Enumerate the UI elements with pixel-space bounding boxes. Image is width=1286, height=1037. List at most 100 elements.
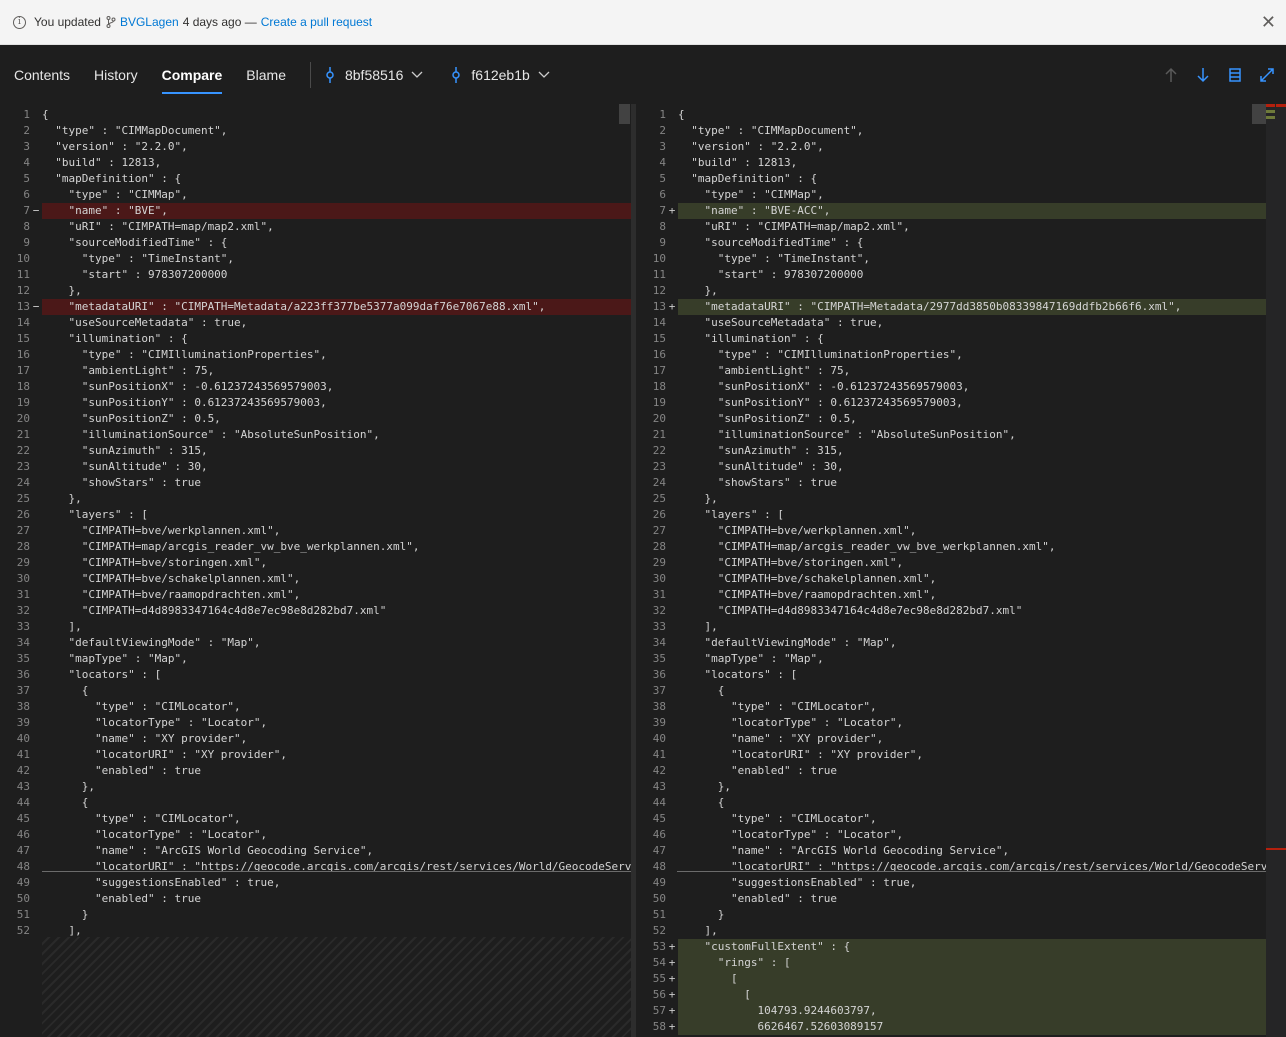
original-file-pane[interactable]: 1{2 "type" : "CIMMapDocument", 3 "version… xyxy=(0,104,631,1037)
change-marker xyxy=(666,635,678,651)
fullscreen-icon[interactable] xyxy=(1258,66,1276,84)
code-text: "type" : "CIMIlluminationProperties", xyxy=(42,348,327,361)
tab-history[interactable]: History xyxy=(94,46,138,104)
line-number: 41 xyxy=(16,748,30,761)
line-number: 46 xyxy=(16,828,30,841)
change-marker xyxy=(30,187,42,203)
tab-blame[interactable]: Blame xyxy=(246,46,286,104)
change-marker xyxy=(30,875,42,891)
code-text: "build" : 12813, xyxy=(42,156,162,169)
change-marker xyxy=(666,731,678,747)
line-number: 12 xyxy=(16,284,30,297)
code-line: 1{ xyxy=(636,107,1286,123)
code-text: { xyxy=(42,796,89,809)
change-marker xyxy=(666,107,678,123)
horizontal-scrollbar[interactable] xyxy=(42,871,631,872)
create-pull-request-link[interactable]: Create a pull request xyxy=(261,15,372,29)
tab-compare[interactable]: Compare xyxy=(161,46,222,104)
code-text: "sunPositionZ" : 0.5, xyxy=(42,412,221,425)
added-line: 56 + [ xyxy=(636,987,1286,1003)
base-commit-selector[interactable]: 8bf58516 xyxy=(325,67,433,83)
line-number: 48 xyxy=(16,860,30,873)
target-commit-id: f612eb1b xyxy=(471,67,530,83)
code-text: "build" : 12813, xyxy=(678,156,798,169)
line-number: 25 xyxy=(16,492,30,505)
line-number: 30 xyxy=(652,572,666,585)
code-line: 11 "start" : 978307200000 xyxy=(0,267,631,283)
code-text: "showStars" : true xyxy=(42,476,201,489)
change-marker xyxy=(30,267,42,283)
line-number: 57 xyxy=(652,1004,666,1017)
code-line: 24 "showStars" : true xyxy=(0,475,631,491)
code-text: "layers" : [ xyxy=(678,508,784,521)
change-marker xyxy=(666,491,678,507)
inline-view-icon[interactable] xyxy=(1226,66,1244,84)
line-number: 7 xyxy=(23,204,30,217)
line-number: 2 xyxy=(659,124,666,137)
line-number: 5 xyxy=(23,172,30,185)
previous-change-icon[interactable] xyxy=(1162,66,1180,84)
line-number: 8 xyxy=(23,220,30,233)
code-line: 32 "CIMPATH=d4d8983347164c4d8e7ec98e8d28… xyxy=(0,603,631,619)
added-line: 13 + "metadataURI" : "CIMPATH=Metadata/29… xyxy=(636,299,1286,315)
line-number: 43 xyxy=(652,780,666,793)
code-text: "locatorType" : "Locator", xyxy=(42,716,268,729)
change-marker: + xyxy=(668,972,676,985)
line-number: 46 xyxy=(652,828,666,841)
code-line: 26 "layers" : [ xyxy=(636,507,1286,523)
target-commit-selector[interactable]: f612eb1b xyxy=(451,67,559,83)
code-line: 38 "type" : "CIMLocator", xyxy=(636,699,1286,715)
left-scrollbar[interactable] xyxy=(619,104,630,124)
change-marker xyxy=(30,667,42,683)
code-line: 18 "sunPositionX" : -0.61237243569579003… xyxy=(636,379,1286,395)
line-number: 16 xyxy=(652,348,666,361)
change-marker xyxy=(666,395,678,411)
code-text: { xyxy=(678,796,725,809)
line-number: 14 xyxy=(652,316,666,329)
code-line: 43 }, xyxy=(0,779,631,795)
code-line: 49 "suggestionsEnabled" : true, xyxy=(0,875,631,891)
base-commit-id: 8bf58516 xyxy=(344,67,404,83)
next-change-icon[interactable] xyxy=(1194,66,1212,84)
code-text: "start" : 978307200000 xyxy=(42,268,228,281)
line-number: 35 xyxy=(16,652,30,665)
code-text: "mapType" : "Map", xyxy=(42,652,188,665)
line-number: 39 xyxy=(652,716,666,729)
code-text: "name" : "ArcGIS World Geocoding Service… xyxy=(678,844,1010,857)
line-number: 25 xyxy=(652,492,666,505)
code-text: "name" : "BVE-ACC", xyxy=(678,203,1286,219)
change-marker xyxy=(666,907,678,923)
line-number: 11 xyxy=(16,268,30,281)
line-number: 45 xyxy=(652,812,666,825)
change-marker xyxy=(30,283,42,299)
right-scrollbar[interactable] xyxy=(1252,104,1266,124)
code-line: 23 "sunAltitude" : 30, xyxy=(636,459,1286,475)
change-marker xyxy=(30,779,42,795)
change-marker xyxy=(30,331,42,347)
code-text: "enabled" : true xyxy=(42,764,201,777)
code-text: "sunPositionZ" : 0.5, xyxy=(678,412,857,425)
change-marker xyxy=(666,859,678,875)
overview-ruler[interactable] xyxy=(1266,104,1286,1037)
change-marker xyxy=(666,219,678,235)
change-marker xyxy=(30,395,42,411)
code-line: 6 "type" : "CIMMap", xyxy=(636,187,1286,203)
change-marker xyxy=(666,779,678,795)
tab-contents[interactable]: Contents xyxy=(14,46,70,104)
branch-link[interactable]: BVGLagen xyxy=(120,15,179,29)
horizontal-scrollbar[interactable] xyxy=(677,871,1266,872)
close-icon[interactable]: ✕ xyxy=(1261,12,1276,33)
modified-file-pane[interactable]: 1{2 "type" : "CIMMapDocument", 3 "version… xyxy=(636,104,1286,1037)
change-marker xyxy=(30,171,42,187)
code-text: "type" : "CIMMap", xyxy=(678,188,824,201)
line-number: 23 xyxy=(16,460,30,473)
code-line: 43 }, xyxy=(636,779,1286,795)
code-line: 17 "ambientLight" : 75, xyxy=(636,363,1286,379)
change-marker xyxy=(666,507,678,523)
code-line: 39 "locatorType" : "Locator", xyxy=(0,715,631,731)
added-line: 53 + "customFullExtent" : { xyxy=(636,939,1286,955)
commit-icon xyxy=(452,67,461,83)
code-line: 12 }, xyxy=(0,283,631,299)
change-marker: + xyxy=(668,1020,676,1033)
code-line: 21 "illuminationSource" : "AbsoluteSunPo… xyxy=(636,427,1286,443)
